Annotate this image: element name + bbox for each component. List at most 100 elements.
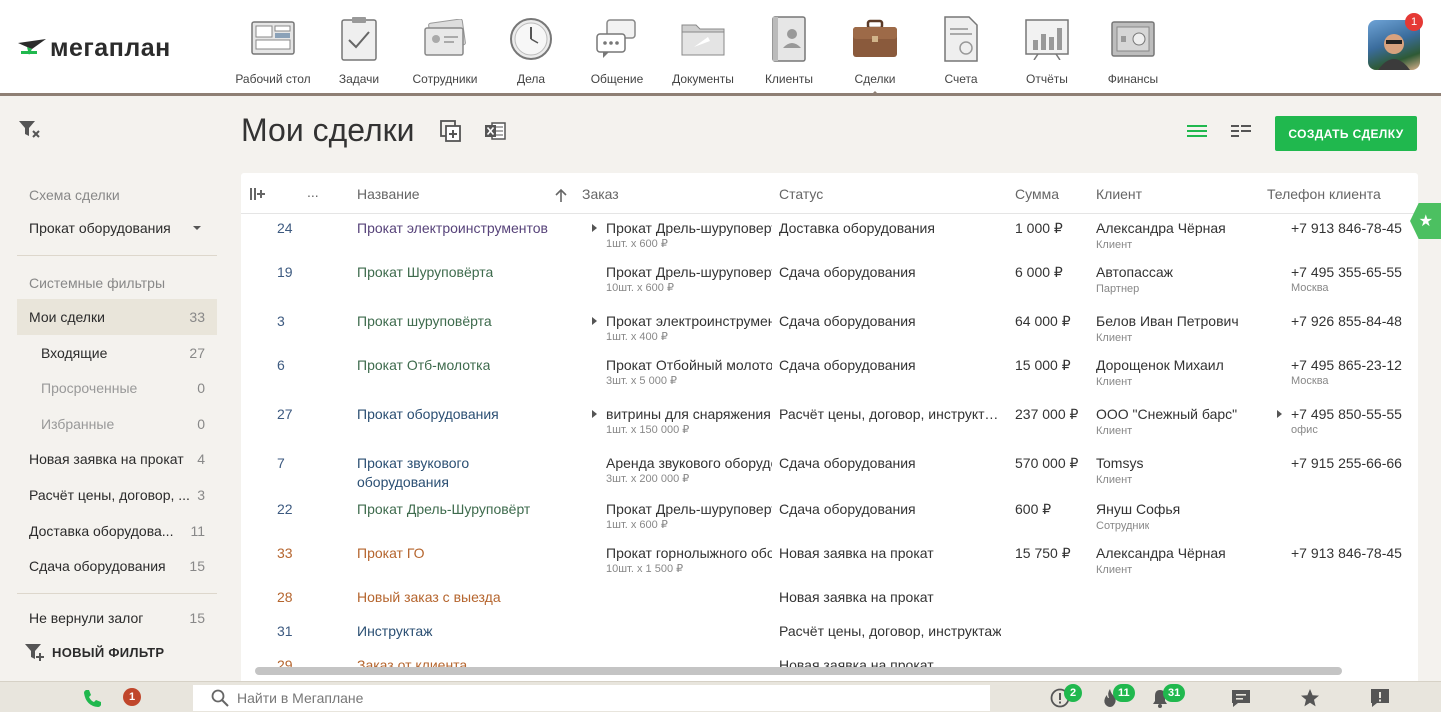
deal-scheme-select[interactable]: Прокат оборудования bbox=[29, 220, 204, 236]
filter-deposit-not-returned[interactable]: Не вернули залог 15 bbox=[17, 600, 217, 636]
nav-item-clients[interactable]: Клиенты bbox=[746, 12, 832, 92]
deal-status: Доставка оборудования bbox=[779, 220, 935, 236]
clear-filter-icon[interactable] bbox=[18, 119, 40, 142]
column-more[interactable]: ... bbox=[307, 184, 319, 200]
deal-status: Сдача оборудования bbox=[779, 357, 916, 373]
order-quantity: 3шт. x 5 000 ₽ bbox=[606, 375, 678, 387]
briefcase-icon bbox=[852, 16, 898, 62]
chat-bubbles-icon bbox=[594, 16, 640, 62]
deal-sum: 64 000 ₽ bbox=[1015, 313, 1071, 329]
deal-name[interactable]: Прокат оборудования bbox=[357, 406, 499, 422]
client-phone[interactable]: +7 495 850-55-55 bbox=[1291, 406, 1402, 422]
nav-label: Сделки bbox=[854, 72, 896, 86]
column-client[interactable]: Клиент bbox=[1096, 186, 1142, 202]
compact-view-icon[interactable] bbox=[1231, 124, 1251, 141]
deal-name[interactable]: Прокат Шуруповёрта bbox=[357, 264, 493, 280]
column-settings-icon[interactable] bbox=[250, 187, 266, 204]
client-name[interactable]: Януш Софья bbox=[1096, 501, 1180, 517]
filter-return[interactable]: Сдача оборудования 15 bbox=[17, 548, 217, 584]
client-name[interactable]: Александра Чёрная bbox=[1096, 220, 1226, 236]
filter-favorites[interactable]: Избранные 0 bbox=[17, 406, 217, 442]
filter-label: Новая заявка на прокат bbox=[29, 451, 184, 467]
client-phone[interactable]: +7 913 846-78-45 bbox=[1291, 545, 1402, 561]
deal-name-line2[interactable]: оборудования bbox=[357, 474, 449, 490]
deal-status: Сдача оборудования bbox=[779, 455, 916, 471]
order-quantity: 3шт. x 200 000 ₽ bbox=[606, 473, 690, 485]
nav-item-finance[interactable]: Финансы bbox=[1090, 12, 1176, 92]
client-name[interactable]: Александра Чёрная bbox=[1096, 545, 1226, 561]
deal-name[interactable]: Инструктаж bbox=[357, 623, 433, 639]
phone-icon[interactable] bbox=[82, 688, 102, 711]
deal-id: 3 bbox=[277, 313, 285, 329]
logo-text: мегаплан bbox=[50, 34, 171, 62]
client-name[interactable]: Автопассаж bbox=[1096, 264, 1173, 280]
client-phone[interactable]: +7 915 255-66-66 bbox=[1291, 455, 1402, 471]
client-name[interactable]: ООО "Снежный барс" bbox=[1096, 406, 1237, 422]
horizontal-scrollbar[interactable] bbox=[255, 667, 1342, 675]
list-view-icon[interactable] bbox=[1187, 124, 1207, 141]
order-name: Прокат Отбойный молоток bbox=[606, 357, 772, 373]
nav-label: Отчёты bbox=[1026, 72, 1068, 86]
search-input[interactable] bbox=[237, 690, 937, 706]
client-phone[interactable]: +7 926 855-84-48 bbox=[1291, 313, 1402, 329]
nav-item-affairs[interactable]: Дела bbox=[488, 12, 574, 92]
column-client-phone[interactable]: Телефон клиента bbox=[1267, 186, 1381, 202]
deal-status: Расчёт цены, договор, инструктаж bbox=[779, 623, 1001, 639]
sort-ascending-icon[interactable] bbox=[555, 188, 567, 205]
new-filter-button[interactable]: НОВЫЙ ФИЛЬТР bbox=[24, 642, 164, 662]
filter-delivery[interactable]: Доставка оборудова... 11 bbox=[17, 513, 217, 549]
filter-label: Расчёт цены, договор, ... bbox=[29, 487, 190, 503]
deal-name[interactable]: Прокат звукового bbox=[357, 455, 469, 471]
search-icon bbox=[211, 689, 229, 707]
nav-item-documents[interactable]: Документы bbox=[660, 12, 746, 92]
expand-order-icon[interactable] bbox=[592, 224, 597, 232]
order-quantity: 1шт. x 600 ₽ bbox=[606, 238, 668, 250]
nav-label: Общение bbox=[590, 72, 644, 86]
nav-label: Клиенты bbox=[764, 72, 814, 86]
filter-overdue[interactable]: Просроченные 0 bbox=[17, 370, 217, 406]
global-search[interactable] bbox=[193, 685, 990, 711]
column-status[interactable]: Статус bbox=[779, 186, 823, 202]
deal-name[interactable]: Прокат Отб-молотка bbox=[357, 357, 490, 373]
client-name[interactable]: Дорощенок Михаил bbox=[1096, 357, 1224, 373]
deal-name[interactable]: Новый заказ с выезда bbox=[357, 589, 501, 605]
nav-item-communication[interactable]: Общение bbox=[574, 12, 660, 92]
client-type: Сотрудник bbox=[1096, 520, 1150, 532]
deals-table: ... Название Заказ Статус Сумма Клиент Т… bbox=[241, 173, 1418, 681]
star-icon[interactable] bbox=[1300, 688, 1320, 711]
deal-name[interactable]: Прокат Дрель-Шуруповёрт bbox=[357, 501, 530, 517]
filter-price-calc[interactable]: Расчёт цены, договор, ... 3 bbox=[17, 477, 217, 513]
column-name[interactable]: Название bbox=[357, 186, 420, 202]
filter-my-deals[interactable]: Мои сделки 33 bbox=[17, 299, 217, 335]
deal-name[interactable]: Прокат шуруповёрта bbox=[357, 313, 492, 329]
client-phone[interactable]: +7 495 355-65-55 bbox=[1291, 264, 1402, 280]
deal-name[interactable]: Прокат ГО bbox=[357, 545, 425, 561]
create-deal-button[interactable]: СОЗДАТЬ СДЕЛКУ bbox=[1275, 116, 1417, 151]
nav-item-reports[interactable]: Отчёты bbox=[1004, 12, 1090, 92]
client-phone[interactable]: +7 495 865-23-12 bbox=[1291, 357, 1402, 373]
nav-item-employees[interactable]: Сотрудники bbox=[402, 12, 488, 92]
expand-order-icon[interactable] bbox=[592, 317, 597, 325]
filter-new-request[interactable]: Новая заявка на прокат 4 bbox=[17, 441, 217, 477]
nav-item-desktop[interactable]: Рабочий стол bbox=[230, 12, 316, 92]
nav-item-invoices[interactable]: Счета bbox=[918, 12, 1004, 92]
nav-item-deals[interactable]: Сделки bbox=[832, 12, 918, 96]
expand-order-icon[interactable] bbox=[592, 410, 597, 418]
client-phone[interactable]: +7 913 846-78-45 bbox=[1291, 220, 1402, 236]
megaplan-logo[interactable]: мегаплан bbox=[18, 34, 171, 63]
feedback-icon[interactable] bbox=[1370, 688, 1390, 711]
messages-icon[interactable] bbox=[1231, 688, 1251, 711]
expand-phone-icon[interactable] bbox=[1277, 410, 1282, 418]
client-type: Клиент bbox=[1096, 376, 1133, 388]
filter-incoming[interactable]: Входящие 27 bbox=[17, 335, 217, 371]
deal-status: Расчёт цены, договор, инструктаж bbox=[779, 406, 1001, 422]
deal-name[interactable]: Прокат электроинструментов bbox=[357, 220, 548, 236]
column-order[interactable]: Заказ bbox=[582, 186, 619, 202]
nav-item-tasks[interactable]: Задачи bbox=[316, 12, 402, 92]
client-name[interactable]: Tomsys bbox=[1096, 455, 1143, 471]
client-name[interactable]: Белов Иван Петрович bbox=[1096, 313, 1239, 329]
excel-export-icon[interactable] bbox=[484, 120, 506, 145]
copy-icon[interactable] bbox=[440, 120, 462, 145]
bottom-bar: 1 2 11 31 bbox=[0, 681, 1441, 712]
column-sum[interactable]: Сумма bbox=[1015, 186, 1059, 202]
